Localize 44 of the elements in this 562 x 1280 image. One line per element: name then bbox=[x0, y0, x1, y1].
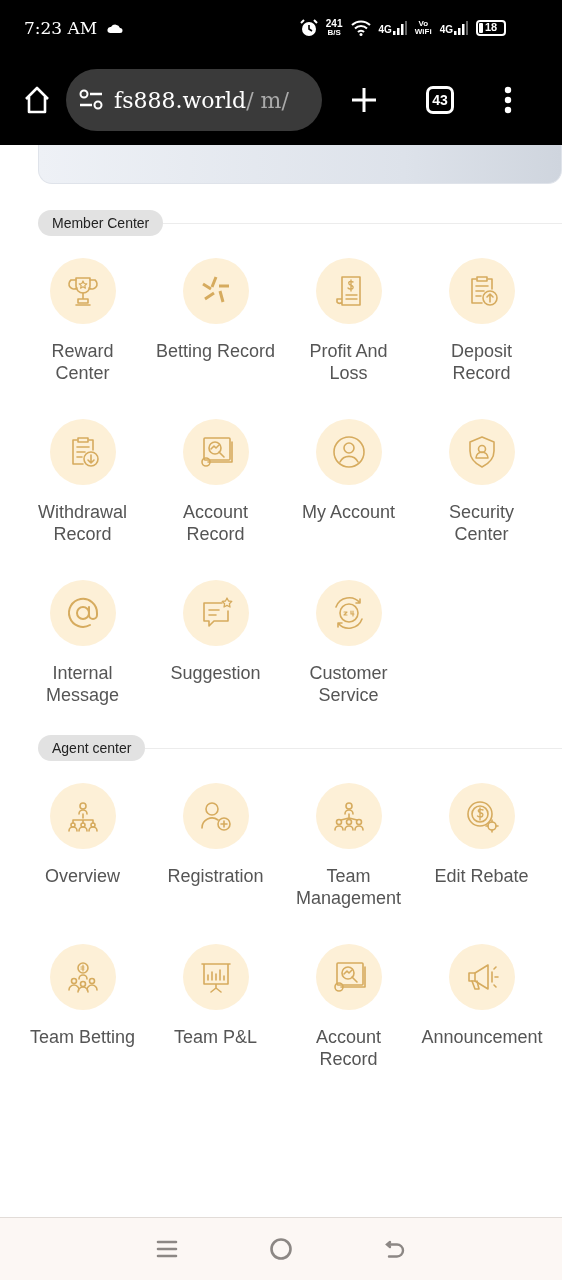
cloud-icon bbox=[107, 22, 124, 33]
user-icon bbox=[330, 434, 367, 470]
menu-label[interactable]: Customer Service bbox=[288, 662, 409, 706]
site-settings-icon bbox=[78, 89, 104, 111]
menu-label[interactable]: Announcement bbox=[421, 1026, 542, 1048]
menu-icon[interactable] bbox=[155, 1239, 178, 1259]
section-label: Member Center bbox=[38, 210, 164, 236]
menu-label[interactable]: Team P&L bbox=[155, 1026, 276, 1048]
menu-label[interactable]: Team Betting bbox=[22, 1026, 143, 1048]
battery-level: 18 bbox=[485, 22, 498, 33]
volte-label: Vo bbox=[418, 19, 429, 28]
signal-icon bbox=[392, 20, 407, 35]
alarm-icon bbox=[299, 18, 318, 37]
network-type: 4G bbox=[378, 23, 392, 35]
menu-label[interactable]: Registration bbox=[155, 865, 276, 887]
menu-label[interactable]: Withdrawal Record bbox=[22, 501, 143, 545]
more-icon[interactable] bbox=[504, 86, 512, 114]
status-time: 7:23 AM bbox=[24, 17, 98, 38]
tab-count-button[interactable]: 43 bbox=[426, 86, 454, 114]
back-icon[interactable] bbox=[384, 1238, 407, 1260]
menu-label[interactable]: Account Record bbox=[288, 1026, 409, 1070]
url-text: fs888.world/ m/ bbox=[114, 87, 289, 113]
menu-label[interactable]: Account Record bbox=[155, 501, 276, 545]
network-speed: 241 bbox=[325, 18, 343, 29]
menu-label[interactable]: Security Center bbox=[421, 501, 542, 545]
home-circle-icon[interactable] bbox=[269, 1237, 293, 1261]
menu-label[interactable]: Internal Message bbox=[22, 662, 143, 706]
menu-label[interactable]: Edit Rebate bbox=[421, 865, 542, 887]
menu-label[interactable]: Reward Center bbox=[22, 340, 143, 384]
menu-label[interactable]: Betting Record bbox=[155, 340, 276, 362]
address-bar[interactable]: fs888.world/ m/ bbox=[66, 69, 322, 131]
speed-unit: B/S bbox=[327, 28, 341, 37]
menu-label[interactable]: Overview bbox=[22, 865, 143, 887]
wifi-label: WiFi bbox=[414, 27, 432, 36]
section-label: Agent center bbox=[38, 735, 146, 761]
signal-icon bbox=[454, 20, 468, 35]
menu-label[interactable]: Profit And Loss bbox=[288, 340, 409, 384]
menu-label[interactable]: Team Management bbox=[288, 865, 409, 909]
menu-label[interactable]: Deposit Record bbox=[421, 340, 542, 384]
menu-label[interactable]: My Account bbox=[288, 501, 409, 523]
plus-icon[interactable] bbox=[350, 86, 378, 114]
menu-label[interactable]: Suggestion bbox=[155, 662, 276, 684]
network-type: 4G bbox=[439, 23, 453, 35]
wifi-icon bbox=[350, 19, 371, 36]
